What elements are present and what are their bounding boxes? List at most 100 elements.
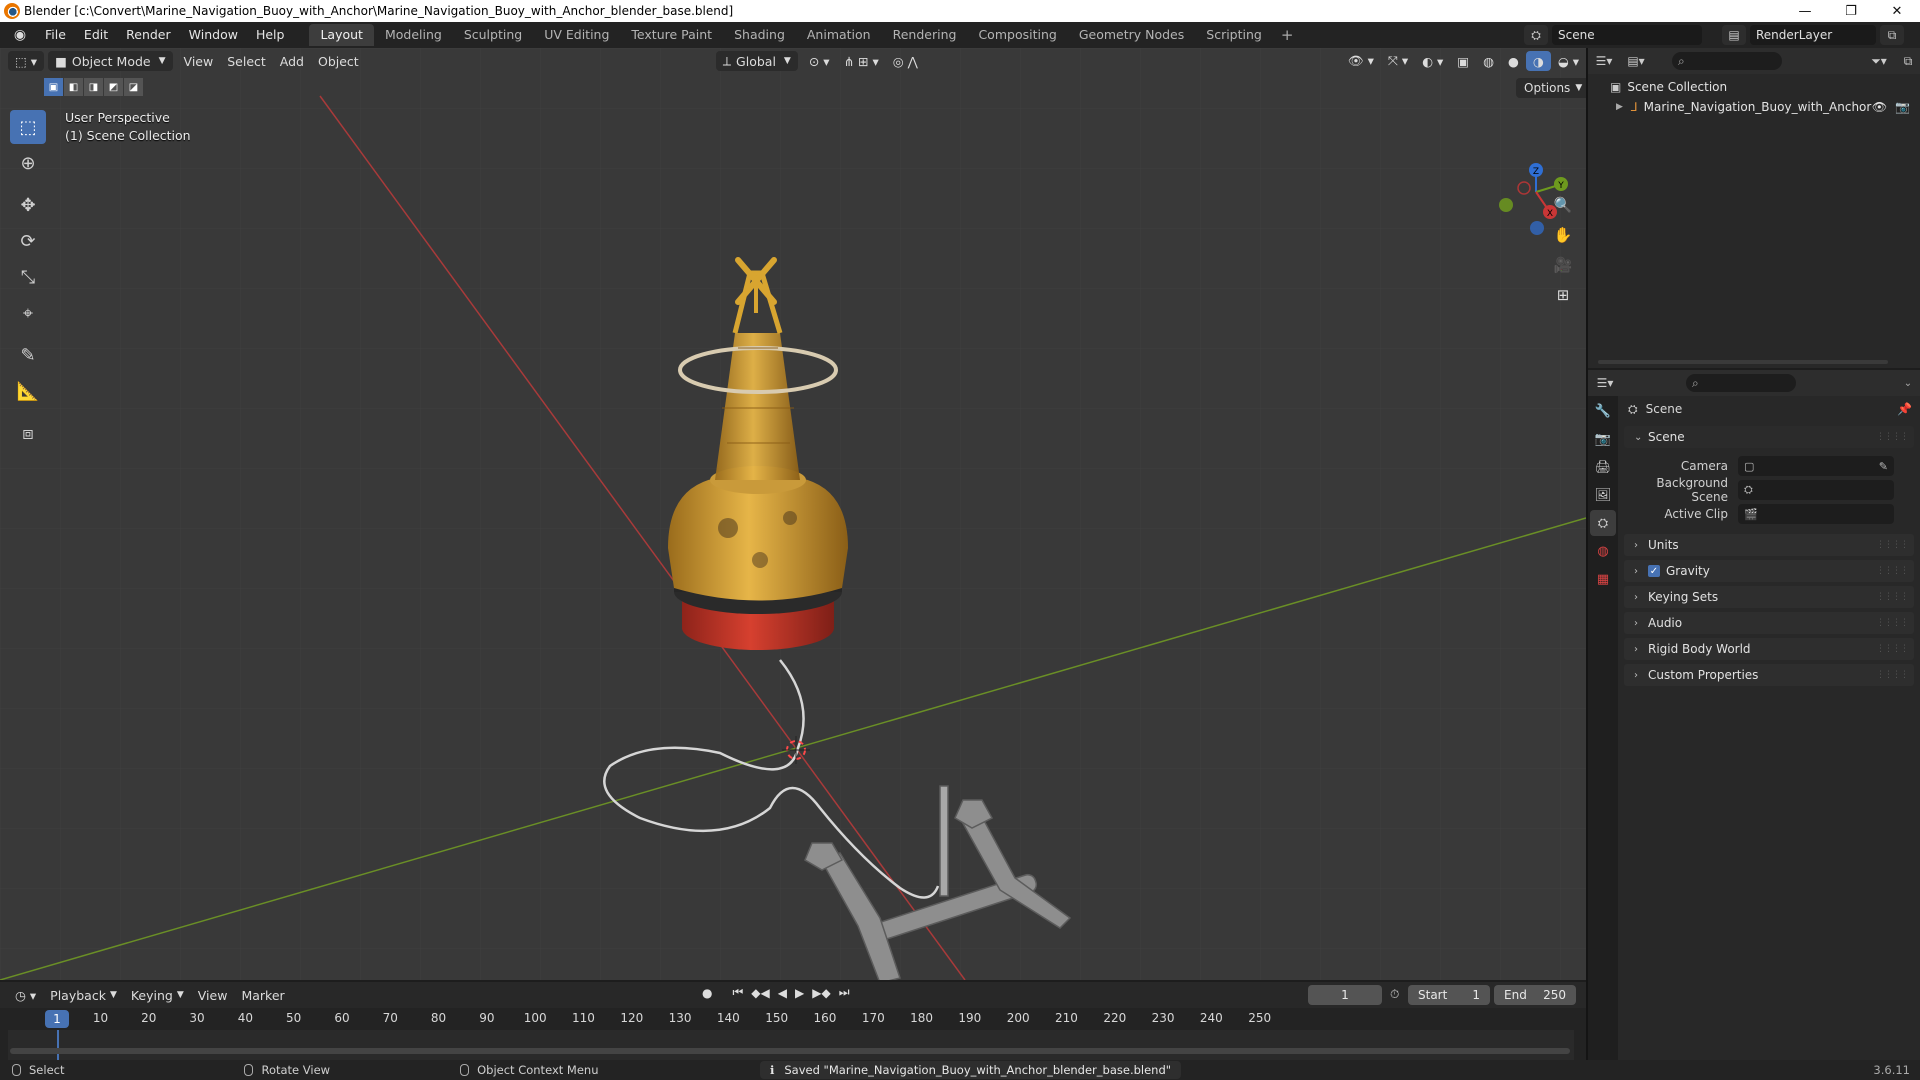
next-keyframe-icon[interactable]: ▶◆ — [812, 986, 830, 1000]
properties-editor-icon[interactable]: ☰▾ — [1588, 376, 1622, 390]
minimize-button[interactable]: — — [1782, 0, 1828, 22]
move-icon[interactable]: ✥ — [10, 188, 46, 222]
menu-help[interactable]: Help — [247, 22, 294, 48]
close-button[interactable]: ✕ — [1874, 0, 1920, 22]
tab-modeling[interactable]: Modeling — [374, 24, 453, 46]
scene-selector-icon[interactable]: ⛭ — [1524, 25, 1548, 45]
menu-view[interactable]: View — [177, 51, 221, 71]
new-collection-icon[interactable]: ⧉ — [1896, 54, 1920, 69]
play-icon[interactable]: ▶ — [795, 986, 804, 1000]
3d-viewport[interactable]: Z Y X ⬚ ▾ ■ Object Mode ▼ View Select Ad… — [0, 48, 1586, 980]
panel-header-rigid-body-world[interactable]: › Rigid Body World ⋮⋮⋮⋮ — [1624, 638, 1914, 660]
tab-geometry-nodes[interactable]: Geometry Nodes — [1068, 24, 1195, 46]
playhead-frame[interactable]: 1 — [45, 1010, 69, 1028]
menu-object[interactable]: Object — [311, 51, 366, 71]
render-tab-icon[interactable]: 📷 — [1590, 426, 1616, 452]
marker-menu[interactable]: Marker — [234, 985, 291, 1005]
active-clip-field[interactable]: 🎬 — [1738, 504, 1894, 524]
editor-type-icon[interactable]: ⬚ ▾ — [8, 51, 45, 71]
chevron-down-icon[interactable]: ⌄ — [1896, 378, 1920, 389]
camera-render-icon[interactable]: 📷 — [1895, 100, 1910, 114]
visibility-icon[interactable]: 👁 ▾ — [1341, 51, 1381, 71]
timeline-scrollbar[interactable] — [10, 1048, 1570, 1054]
shading-rendered-icon[interactable]: ◒ ▾ — [1551, 51, 1586, 71]
overlays-icon[interactable]: ◐ ▾ — [1415, 51, 1450, 71]
drag-grip-icon[interactable]: ⋮⋮⋮⋮ — [1876, 670, 1909, 680]
panel-header-units[interactable]: › Units ⋮⋮⋮⋮ — [1624, 534, 1914, 556]
end-frame-field[interactable]: End 250 — [1494, 985, 1576, 1005]
measure-icon[interactable]: 📐 — [10, 374, 46, 408]
panel-header-custom-properties[interactable]: › Custom Properties ⋮⋮⋮⋮ — [1624, 664, 1914, 686]
view-layer-tab-icon[interactable]: 🖼 — [1590, 482, 1616, 508]
menu-window[interactable]: Window — [180, 22, 247, 48]
menu-add[interactable]: Add — [273, 51, 311, 71]
camera-field[interactable]: ▢ ✎ — [1738, 456, 1894, 476]
panel-header-audio[interactable]: › Audio ⋮⋮⋮⋮ — [1624, 612, 1914, 634]
cursor-icon[interactable]: ⊕ — [10, 146, 46, 180]
pin-icon[interactable]: 📌 — [1897, 402, 1912, 416]
properties-search-input[interactable]: ⌕ — [1686, 374, 1796, 392]
menu-file[interactable]: File — [36, 22, 75, 48]
xray-icon[interactable]: ▣ — [1450, 51, 1476, 71]
select-invert-icon[interactable]: ◩ — [104, 78, 123, 96]
shading-wireframe-icon[interactable]: ◍ — [1476, 51, 1501, 71]
new-view-layer-icon[interactable]: ⧉ — [1880, 25, 1904, 45]
menu-render[interactable]: Render — [117, 22, 180, 48]
panel-header-scene[interactable]: ⌄ Scene ⋮⋮⋮⋮ — [1624, 426, 1914, 448]
playback-menu[interactable]: Playback ▼ — [43, 985, 124, 1005]
camera-view-icon[interactable]: 🎥 — [1550, 252, 1576, 278]
add-workspace-button[interactable]: + — [1273, 26, 1302, 44]
perspective-toggle-icon[interactable]: ⊞ — [1550, 282, 1576, 308]
prev-keyframe-icon[interactable]: ◆◀ — [751, 986, 769, 1000]
filter-icon[interactable]: ⏷▾ — [1862, 54, 1896, 69]
menu-select[interactable]: Select — [220, 51, 273, 71]
eyedropper-icon[interactable]: ✎ — [1879, 460, 1888, 473]
world-tab-icon[interactable]: ◍ — [1590, 538, 1616, 564]
rotate-icon[interactable]: ⟳ — [10, 224, 46, 258]
add-cube-icon[interactable]: ⧈ — [10, 416, 46, 450]
proportional-edit-icon[interactable]: ◎ ⋀ — [886, 51, 925, 71]
frame-ruler[interactable]: 1 10 20 30 40 50 60 70 80 90 100 110 120 130 140 150 16… — [0, 1008, 1586, 1030]
keying-menu[interactable]: Keying ▼ — [124, 985, 191, 1005]
annotate-icon[interactable]: ✎ — [10, 338, 46, 372]
drag-grip-icon[interactable]: ⋮⋮⋮⋮ — [1876, 432, 1909, 442]
scene-name-field[interactable]: Scene — [1552, 25, 1702, 45]
menu-edit[interactable]: Edit — [75, 22, 117, 48]
drag-grip-icon[interactable]: ⋮⋮⋮⋮ — [1876, 592, 1909, 602]
tab-layout[interactable]: Layout — [309, 24, 374, 46]
current-frame-field[interactable]: 1 — [1308, 985, 1382, 1005]
tab-uv-editing[interactable]: UV Editing — [533, 24, 620, 46]
tab-rendering[interactable]: Rendering — [882, 24, 968, 46]
output-tab-icon[interactable]: 🖨 — [1590, 454, 1616, 480]
drag-grip-icon[interactable]: ⋮⋮⋮⋮ — [1876, 540, 1909, 550]
outliner-search-input[interactable]: ⌕ — [1672, 52, 1782, 70]
display-mode-icon[interactable]: ▤▾ — [1620, 54, 1652, 68]
expand-arrow-icon[interactable]: ▶ — [1616, 102, 1623, 112]
eye-icon[interactable]: 👁 — [1872, 100, 1887, 114]
timeline-track-area[interactable] — [8, 1030, 1574, 1060]
tab-scripting[interactable]: Scripting — [1195, 24, 1273, 46]
drag-grip-icon[interactable]: ⋮⋮⋮⋮ — [1876, 644, 1909, 654]
maximize-button[interactable]: ❐ — [1828, 0, 1874, 22]
timeline-view-menu[interactable]: View — [191, 985, 235, 1005]
gizmo-toggle-icon[interactable]: ⤧ ▾ — [1381, 51, 1415, 71]
gravity-checkbox[interactable]: ✓ — [1648, 565, 1660, 577]
view-layer-field[interactable]: RenderLayer — [1750, 25, 1876, 45]
shading-material-icon[interactable]: ◑ — [1525, 51, 1551, 71]
outliner-row-scene-collection[interactable]: ▣ Scene Collection — [1588, 77, 1920, 97]
tab-animation[interactable]: Animation — [796, 24, 882, 46]
pan-hand-icon[interactable]: ✋ — [1550, 222, 1576, 248]
tab-compositing[interactable]: Compositing — [967, 24, 1067, 46]
timeline-editor-icon[interactable]: ◷ ▾ — [8, 985, 43, 1005]
select-intersect-icon[interactable]: ◪ — [124, 78, 143, 96]
transform-icon[interactable]: ⌖ — [10, 296, 46, 330]
tab-texture-paint[interactable]: Texture Paint — [620, 24, 723, 46]
view-layer-selector-icon[interactable]: ▤ — [1722, 25, 1746, 45]
select-new-icon[interactable]: ▣ — [44, 78, 63, 96]
select-extend-icon[interactable]: ◧ — [64, 78, 83, 96]
drag-grip-icon[interactable]: ⋮⋮⋮⋮ — [1876, 566, 1909, 576]
outliner-editor-icon[interactable]: ☰▾ — [1588, 54, 1620, 68]
stopwatch-icon[interactable]: ⏱ — [1390, 987, 1399, 1002]
zoom-icon[interactable]: 🔍 — [1550, 192, 1576, 218]
mode-selector[interactable]: ■ Object Mode ▼ — [48, 51, 173, 71]
